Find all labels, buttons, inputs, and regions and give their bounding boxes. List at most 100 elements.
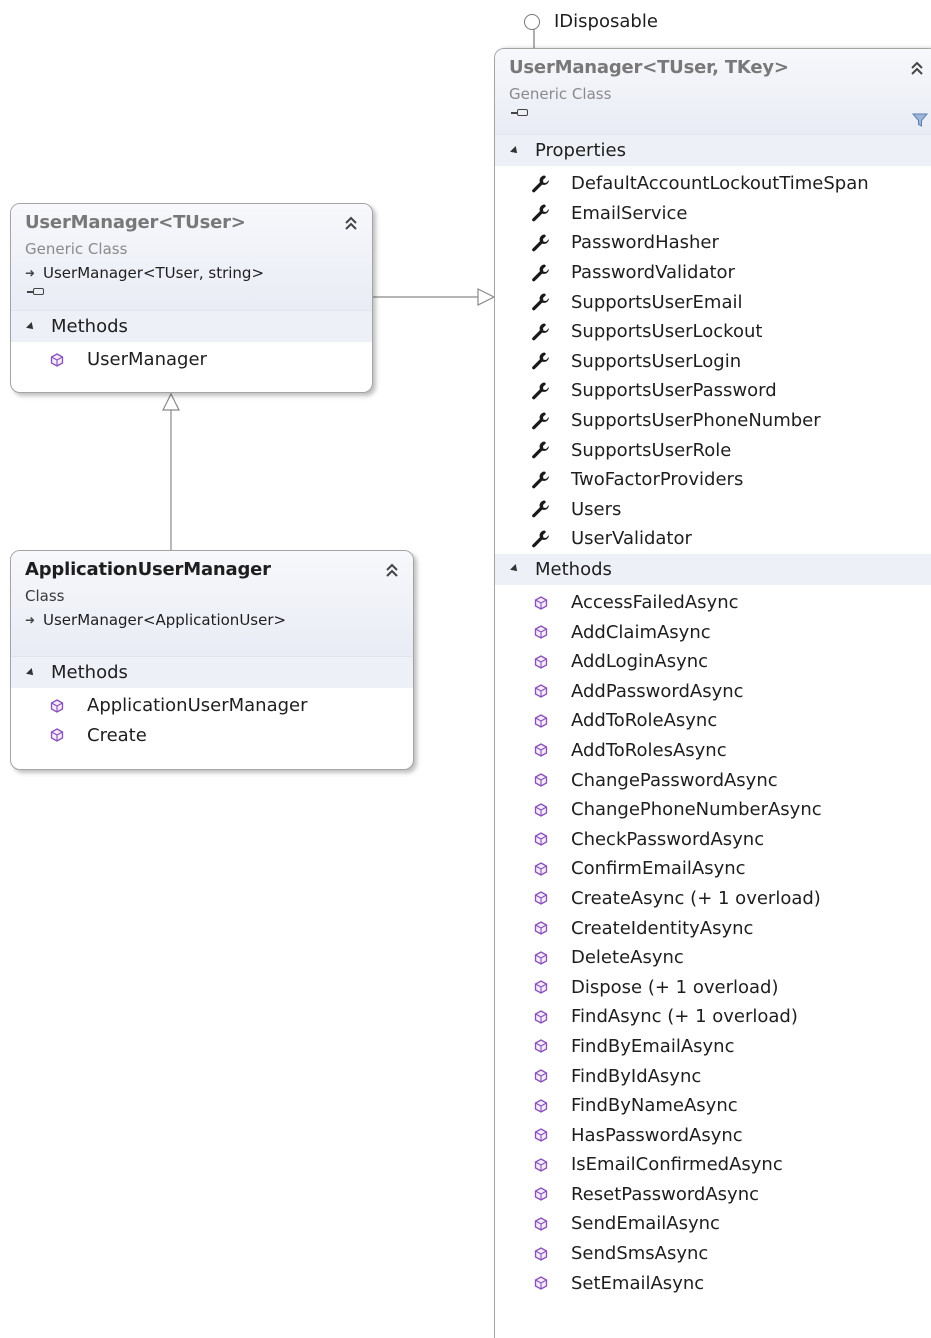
member-icon-wrapper [531,1274,551,1292]
property-item[interactable]: SupportsUserEmail [495,287,931,317]
method-item[interactable]: ChangePhoneNumberAsync [495,795,931,825]
wrench-icon [532,264,549,281]
member-icon-wrapper [531,653,551,671]
section-header-properties[interactable]: Properties [495,135,931,166]
member-icon-wrapper [531,500,551,518]
property-item[interactable]: SupportsUserPhoneNumber [495,406,931,436]
method-item[interactable]: DeleteAsync [495,943,931,973]
pin-icon[interactable] [25,286,47,298]
property-item[interactable]: EmailService [495,199,931,229]
class-body: Methods ApplicationUserManager Create [11,657,413,750]
idisposable-interface[interactable]: IDisposable [524,11,658,32]
method-cube-icon [534,1246,548,1261]
method-item[interactable]: Dispose (+ 1 overload) [495,972,931,1002]
property-item[interactable]: SupportsUserRole [495,435,931,465]
member-icon-wrapper [531,1245,551,1263]
property-item[interactable]: TwoFactorProviders [495,465,931,495]
member-name: SupportsUserPhoneNumber [571,410,821,432]
section-header-methods[interactable]: Methods [11,657,413,688]
method-item[interactable]: AddClaimAsync [495,617,931,647]
class-usermanager-tuser-tkey[interactable]: UserManager<TUser, TKey> Generic Class P… [494,48,931,1338]
property-item[interactable]: Users [495,495,931,525]
member-name: FindAsync (+ 1 overload) [571,1006,798,1028]
member-name: SupportsUserLogin [571,350,742,372]
section-title: Properties [535,140,626,161]
member-icon-wrapper [531,741,551,759]
method-item[interactable]: FindByIdAsync [495,1061,931,1091]
method-item[interactable]: AddToRolesAsync [495,736,931,766]
method-item[interactable]: FindAsync (+ 1 overload) [495,1002,931,1032]
filter-icon[interactable] [912,112,928,128]
section-title: Methods [51,662,128,683]
expand-triangle-icon[interactable] [510,564,520,575]
method-item[interactable]: SendSmsAsync [495,1239,931,1269]
member-icon-wrapper [47,726,67,744]
property-item[interactable]: SupportsUserLogin [495,347,931,377]
method-item[interactable]: ConfirmEmailAsync [495,854,931,884]
method-item[interactable]: UserManager [11,345,372,375]
member-icon-wrapper [531,293,551,311]
method-item[interactable]: SetEmailAsync [495,1268,931,1298]
member-name: SendEmailAsync [571,1213,720,1235]
property-item[interactable]: PasswordHasher [495,228,931,258]
wrench-icon [532,352,549,370]
class-header[interactable]: UserManager<TUser, TKey> Generic Class [495,49,931,135]
wrench-icon [532,530,549,548]
method-item[interactable]: HasPasswordAsync [495,1120,931,1150]
method-item[interactable]: IsEmailConfirmedAsync [495,1150,931,1180]
method-cube-icon [534,980,548,994]
property-item[interactable]: SupportsUserPassword [495,376,931,406]
class-body: Methods UserManager [11,311,372,375]
method-cube-icon [534,625,548,639]
method-item[interactable]: AddToRoleAsync [495,706,931,736]
member-name: AddLoginAsync [571,651,709,673]
property-item[interactable]: DefaultAccountLockoutTimeSpan [495,169,931,199]
member-name: CheckPasswordAsync [571,828,765,850]
expand-triangle-icon[interactable] [510,145,520,156]
method-cube-icon [534,684,548,699]
method-item[interactable]: CheckPasswordAsync [495,824,931,854]
pin-icon[interactable] [509,107,531,119]
member-icon-wrapper [531,801,551,819]
member-name: CreateAsync (+ 1 overload) [571,887,821,909]
interface-name: IDisposable [554,11,658,32]
double-chevron-up-icon[interactable] [342,214,360,232]
member-name: SupportsUserLockout [571,321,763,343]
wrench-icon [532,293,549,311]
property-item[interactable]: UserValidator [495,524,931,554]
lollipop-interface-icon [524,13,540,30]
method-item[interactable]: ResetPasswordAsync [495,1180,931,1210]
member-name: ChangePasswordAsync [571,769,778,791]
member-name: PasswordHasher [571,232,719,254]
class-usermanager-tuser[interactable]: UserManager<TUser> Generic Class ➜ UserM… [10,203,373,393]
section-header-methods[interactable]: Methods [495,553,931,585]
method-item[interactable]: CreateIdentityAsync [495,913,931,943]
method-item[interactable]: ApplicationUserManager [11,691,413,721]
class-header[interactable]: ApplicationUserManager Class ➜ UserManag… [11,551,413,657]
method-item[interactable]: SendEmailAsync [495,1209,931,1239]
method-item[interactable]: AddPasswordAsync [495,677,931,707]
property-item[interactable]: PasswordValidator [495,258,931,288]
method-item[interactable]: AddLoginAsync [495,647,931,677]
class-applicationusermanager[interactable]: ApplicationUserManager Class ➜ UserManag… [10,550,414,770]
double-chevron-up-icon[interactable] [908,59,926,77]
double-chevron-up-icon[interactable] [383,561,401,579]
member-list: DefaultAccountLockoutTimeSpan EmailServic… [495,166,931,554]
member-name: Create [87,724,147,746]
expand-triangle-icon[interactable] [26,321,36,332]
method-item[interactable]: FindByNameAsync [495,1091,931,1121]
base-type-name: UserManager<TUser, string> [43,264,265,282]
method-item[interactable]: FindByEmailAsync [495,1032,931,1062]
method-item[interactable]: Create [11,721,413,751]
member-icon-wrapper [531,594,551,612]
method-item[interactable]: CreateAsync (+ 1 overload) [495,884,931,914]
method-cube-icon [534,654,548,669]
member-name: SupportsUserPassword [571,380,777,402]
section-header-methods[interactable]: Methods [11,311,372,342]
class-header[interactable]: UserManager<TUser> Generic Class ➜ UserM… [11,204,372,311]
method-item[interactable]: ChangePasswordAsync [495,765,931,795]
property-item[interactable]: SupportsUserLockout [495,317,931,347]
method-item[interactable]: AccessFailedAsync [495,588,931,618]
expand-triangle-icon[interactable] [26,667,36,678]
wrench-icon [532,323,549,341]
